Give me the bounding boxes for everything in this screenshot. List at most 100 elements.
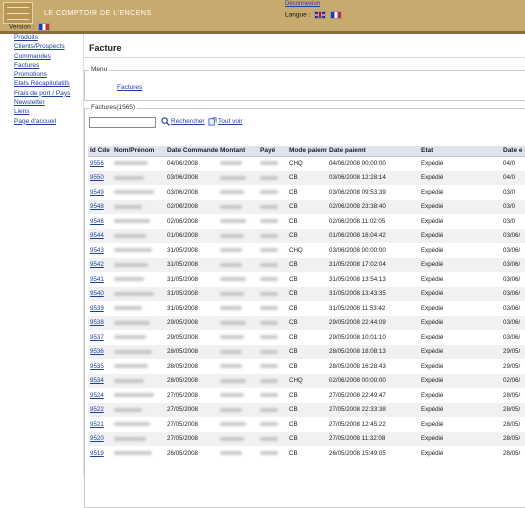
fr-flag-icon[interactable]	[38, 23, 51, 31]
invoice-id-link[interactable]: 9521	[88, 417, 112, 432]
payment-mode-cell: CB	[287, 257, 327, 272]
invoice-id-link[interactable]: 9534	[88, 373, 112, 388]
invoice-id-link[interactable]: 9535	[88, 359, 112, 374]
invoice-id-link[interactable]: 9537	[88, 330, 112, 345]
invoice-id-link[interactable]: 9524	[88, 388, 112, 403]
sidebar-item-commandes[interactable]: Commandes	[14, 52, 70, 61]
table-row[interactable]: 9542 31/05/2008 CB 31/05/2008 17:02:04 Expéd…	[88, 257, 525, 272]
invoice-id-link[interactable]: 9556	[88, 156, 112, 171]
invoice-id-link[interactable]: 9539	[88, 301, 112, 316]
table-row[interactable]: 9546 02/06/2008 CB 02/06/2008 11:02:05 Expéd…	[88, 214, 525, 229]
table-row[interactable]: 9543 31/05/2008 CHQ 03/06/2008 00:00:00 Expé…	[88, 243, 525, 258]
search-input[interactable]	[89, 117, 156, 128]
table-row[interactable]: 9548 02/06/2008 CB 02/06/2008 23:38:40 Expéd…	[88, 199, 525, 214]
table-row[interactable]: 9544 01/06/2008 CB 01/06/2008 16:04:42 Expéd…	[88, 228, 525, 243]
payment-date-cell: 29/05/2008 10:01:10	[329, 333, 386, 341]
payment-date-cell: 28/05/2008 16:28:43	[329, 362, 386, 370]
payment-mode-cell: CB	[289, 420, 298, 428]
sidebar-item-clients[interactable]: Clients/Prospects	[14, 42, 70, 51]
table-row[interactable]: 9520 27/05/2008 CB 27/05/2008 11:32:08 Expéd…	[88, 431, 525, 446]
redacted-value	[114, 204, 142, 209]
show-all-button[interactable]: Tout voir	[208, 117, 243, 126]
invoice-id-link[interactable]: 9546	[88, 214, 112, 229]
sidebar-item-accueil[interactable]: Page d'accueil	[14, 117, 70, 126]
shipping-date-cell: 04/0	[501, 170, 525, 185]
amount-cell	[218, 446, 258, 461]
invoice-id-link[interactable]: 9540	[88, 286, 112, 301]
site-logo[interactable]	[3, 2, 33, 24]
column-header[interactable]: Date paiemt	[327, 146, 419, 157]
sidebar-item-liens[interactable]: Liens	[14, 107, 70, 116]
column-header[interactable]: Date Commande	[165, 146, 218, 157]
search-button[interactable]: Rechercher	[161, 117, 205, 126]
invoice-id-link[interactable]: 9538	[88, 315, 112, 330]
paid-cell	[258, 359, 287, 374]
column-header[interactable]: Montant	[218, 146, 258, 157]
status-cell: Expédié	[419, 431, 501, 446]
sidebar-item-produits[interactable]: Produits	[14, 33, 70, 42]
order-date-cell: 04/06/2008	[167, 160, 198, 167]
paid-cell	[258, 330, 287, 345]
column-header[interactable]: Etat	[419, 146, 501, 157]
table-row[interactable]: 9549 03/06/2008 CB 03/06/2008 09:53:39 Expéd…	[88, 185, 525, 200]
fr-flag-icon[interactable]	[329, 11, 342, 19]
logout-link[interactable]: Déconnexion	[285, 1, 320, 7]
shipping-date-cell: 02/06/	[501, 373, 525, 388]
column-header[interactable]: Date e	[501, 146, 525, 157]
payment-mode-cell: CB	[287, 344, 327, 359]
table-row[interactable]: 9541 31/05/2008 CB 31/05/2008 13:54:13 Expéd…	[88, 272, 525, 287]
sidebar-item-frais-port[interactable]: Frais de port / Pays	[14, 89, 70, 98]
menu-fieldset: Menu Factures	[84, 66, 525, 101]
table-row[interactable]: 9521 27/05/2008 CB 27/05/2008 12:45:22 Expéd…	[88, 417, 525, 432]
customer-name-cell	[112, 344, 165, 359]
table-row[interactable]: 9519 26/05/2008 CB 26/05/2008 15:49:05 Expéd…	[88, 446, 525, 461]
sidebar-item-newsletter[interactable]: Newsletter	[14, 98, 70, 107]
invoice-id-link[interactable]: 9522	[88, 402, 112, 417]
invoice-id-link[interactable]: 9520	[88, 431, 112, 446]
table-row[interactable]: 9550 03/06/2008 CB 03/06/2008 12:28:14 Expéd…	[88, 170, 525, 185]
amount-cell	[218, 228, 258, 243]
table-row[interactable]: 9522 27/05/2008 CB 27/05/2008 22:33:38 Expéd…	[88, 402, 525, 417]
shipping-date-cell: 29/05/	[503, 362, 521, 370]
table-row[interactable]: 9524 27/05/2008 CB 27/05/2008 22:49:47 Expéd…	[88, 388, 525, 403]
order-date-cell: 02/06/2008	[167, 217, 198, 225]
paid-cell	[258, 170, 287, 185]
invoice-id-link[interactable]: 9550	[88, 170, 112, 185]
shipping-date-cell: 03/06/	[501, 228, 525, 243]
invoice-id-link[interactable]: 9544	[88, 228, 112, 243]
invoice-id-link[interactable]: 9536	[88, 344, 112, 359]
table-row[interactable]: 9539 31/05/2008 CB 31/05/2008 11:53:42 Expéd…	[88, 301, 525, 316]
table-row[interactable]: 9537 29/05/2008 CB 29/05/2008 10:01:10 Expéd…	[88, 330, 525, 345]
column-header[interactable]: Nom/Prénom	[112, 146, 165, 157]
factures-link[interactable]: Factures	[117, 84, 142, 91]
table-row[interactable]: 9540 31/05/2008 CB 31/05/2008 13:43:35 Expéd…	[88, 286, 525, 301]
sidebar-item-promotions[interactable]: Promotions	[14, 70, 70, 79]
table-row[interactable]: 9536 28/05/2008 CB 28/05/2008 18:08:13 Expéd…	[88, 344, 525, 359]
invoice-id-link[interactable]: 9519	[88, 446, 112, 461]
column-header[interactable]: Mode paiemt	[287, 146, 327, 157]
shipping-date-cell: 28/05/	[503, 420, 521, 428]
redacted-value	[114, 248, 152, 253]
order-date-cell: 31/05/2008	[165, 257, 218, 272]
payment-date-cell: 27/05/2008 22:49:47	[329, 391, 386, 399]
table-row[interactable]: 9534 28/05/2008 CHQ 02/06/2008 00:00:00 Expé…	[88, 373, 525, 388]
invoice-id-link[interactable]: 9549	[88, 185, 112, 200]
sidebar-item-factures[interactable]: Factures	[14, 61, 70, 70]
payment-date-cell: 31/05/2008 11:53:42	[329, 304, 386, 312]
table-row[interactable]: 9556 04/06/2008 CHQ 04/06/2008 00:00:00 Expé…	[88, 156, 525, 171]
redacted-value	[260, 393, 278, 398]
column-header[interactable]: Id Cde	[88, 146, 112, 157]
invoice-id-link[interactable]: 9542	[88, 257, 112, 272]
sidebar-item-etats[interactable]: Etats Récapitulatifs	[14, 79, 70, 88]
invoice-id-link[interactable]: 9543	[88, 243, 112, 258]
invoice-id-link[interactable]: 9541	[88, 272, 112, 287]
column-header[interactable]: Payé	[258, 146, 287, 157]
status-cell: Expédié	[419, 228, 501, 243]
amount-cell	[218, 156, 258, 171]
table-row[interactable]: 9535 28/05/2008 CB 28/05/2008 16:28:43 Expéd…	[88, 359, 525, 374]
table-row[interactable]: 9538 29/05/2008 CB 29/05/2008 22:44:09 Expéd…	[88, 315, 525, 330]
uk-flag-icon[interactable]	[314, 11, 327, 19]
invoice-id-link[interactable]: 9548	[88, 199, 112, 214]
status-cell: Expédié	[421, 362, 444, 370]
order-date-cell: 28/05/2008	[165, 344, 218, 359]
